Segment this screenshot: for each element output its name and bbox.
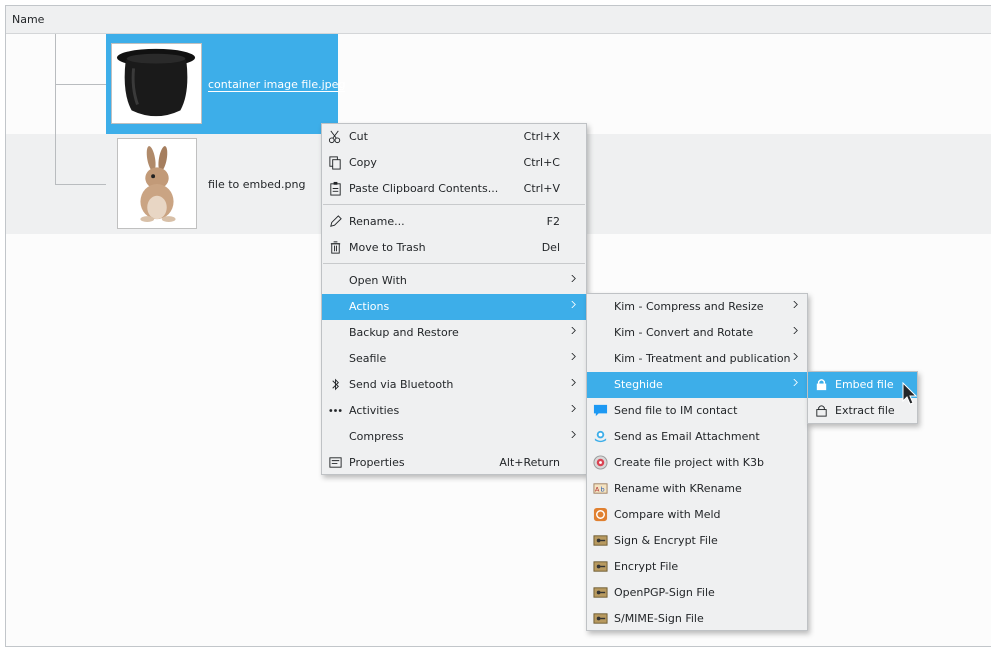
menu-item-paste[interactable]: Paste Clipboard Contents... Ctrl+V — [322, 176, 586, 202]
actions-submenu: Kim - Compress and Resize Kim - Convert … — [586, 293, 808, 631]
menu-item-send-im[interactable]: Send file to IM contact — [587, 398, 807, 424]
chat-bubble-icon — [593, 404, 608, 417]
kgpg-icon — [593, 587, 608, 598]
menu-item-compress[interactable]: Compress — [322, 424, 586, 450]
menu-item-meld[interactable]: Compare with Meld — [587, 502, 807, 528]
menu-item-cut[interactable]: Cut Ctrl+X — [322, 124, 586, 150]
menu-item-extract-file[interactable]: Extract file — [808, 398, 917, 424]
menu-item-smime-sign[interactable]: S/MIME-Sign File — [587, 606, 807, 632]
scissors-icon — [328, 130, 341, 144]
menu-item-copy[interactable]: Copy Ctrl+C — [322, 150, 586, 176]
chevron-right-icon — [571, 379, 576, 386]
menu-item-activities[interactable]: Activities — [322, 398, 586, 424]
email-icon — [594, 430, 607, 443]
tree-line — [55, 34, 56, 184]
menu-item-actions[interactable]: Actions — [322, 294, 586, 320]
menu-item-properties[interactable]: Properties Alt+Return — [322, 450, 586, 476]
menu-item-steghide[interactable]: Steghide — [587, 372, 807, 398]
menu-item-send-bluetooth[interactable]: Send via Bluetooth — [322, 372, 586, 398]
dots-icon — [329, 409, 342, 412]
file-name[interactable]: file to embed.png — [208, 178, 305, 191]
menu-item-k3b[interactable]: Create file project with K3b — [587, 450, 807, 476]
svg-text:b: b — [601, 485, 605, 493]
copy-icon — [329, 156, 341, 170]
bluetooth-icon — [332, 378, 339, 391]
tree-line — [55, 184, 106, 185]
chevron-right-icon — [571, 275, 576, 282]
context-menu: Cut Ctrl+X Copy Ctrl+C Paste Clipboard C… — [321, 123, 587, 475]
chevron-right-icon — [571, 431, 576, 438]
chevron-right-icon — [571, 301, 576, 308]
unlock-icon — [816, 405, 827, 417]
menu-separator — [323, 204, 585, 205]
column-header-label: Name — [12, 13, 45, 26]
menu-item-krename[interactable]: Ab Rename with KRename — [587, 476, 807, 502]
svg-text:A: A — [595, 485, 600, 493]
rabbit-image — [140, 146, 176, 223]
menu-item-seafile[interactable]: Seafile — [322, 346, 586, 372]
kgpg-icon — [593, 561, 608, 572]
tree-line — [55, 84, 106, 85]
menu-item-kim-treatment[interactable]: Kim - Treatment and publication — [587, 346, 807, 372]
menu-item-sign-encrypt[interactable]: Sign & Encrypt File — [587, 528, 807, 554]
menu-item-embed-file[interactable]: Embed file — [808, 372, 917, 398]
chevron-right-icon — [571, 327, 576, 334]
top-hat-image — [117, 48, 196, 117]
menu-item-send-email[interactable]: Send as Email Attachment — [587, 424, 807, 450]
menu-item-kim-convert[interactable]: Kim - Convert and Rotate — [587, 320, 807, 346]
kgpg-icon — [593, 613, 608, 624]
pencil-icon — [330, 215, 342, 227]
chevron-right-icon — [793, 353, 798, 360]
kgpg-icon — [593, 535, 608, 546]
properties-icon — [329, 457, 342, 468]
mouse-cursor-icon — [902, 382, 918, 405]
chevron-right-icon — [793, 379, 798, 386]
chevron-right-icon — [793, 327, 798, 334]
menu-separator — [323, 263, 585, 264]
chevron-right-icon — [571, 353, 576, 360]
thumbnail-rabbit[interactable] — [117, 138, 197, 229]
paste-icon — [330, 181, 341, 196]
menu-item-kim-compress[interactable]: Kim - Compress and Resize — [587, 294, 807, 320]
chevron-right-icon — [571, 405, 576, 412]
menu-item-backup-restore[interactable]: Backup and Restore — [322, 320, 586, 346]
column-header-name[interactable]: Name — [6, 6, 991, 34]
thumbnail-top-hat[interactable] — [111, 43, 202, 124]
krename-icon: Ab — [593, 483, 608, 494]
menu-item-move-to-trash[interactable]: Move to Trash Del — [322, 235, 586, 261]
menu-item-openpgp-sign[interactable]: OpenPGP-Sign File — [587, 580, 807, 606]
k3b-icon — [593, 455, 608, 470]
lock-icon — [816, 379, 827, 391]
chevron-right-icon — [793, 301, 798, 308]
menu-item-encrypt[interactable]: Encrypt File — [587, 554, 807, 580]
meld-icon — [593, 507, 608, 522]
menu-item-rename[interactable]: Rename... F2 — [322, 209, 586, 235]
trash-icon — [330, 241, 341, 254]
file-name[interactable]: container image file.jpeg — [208, 78, 346, 92]
menu-item-open-with[interactable]: Open With — [322, 268, 586, 294]
